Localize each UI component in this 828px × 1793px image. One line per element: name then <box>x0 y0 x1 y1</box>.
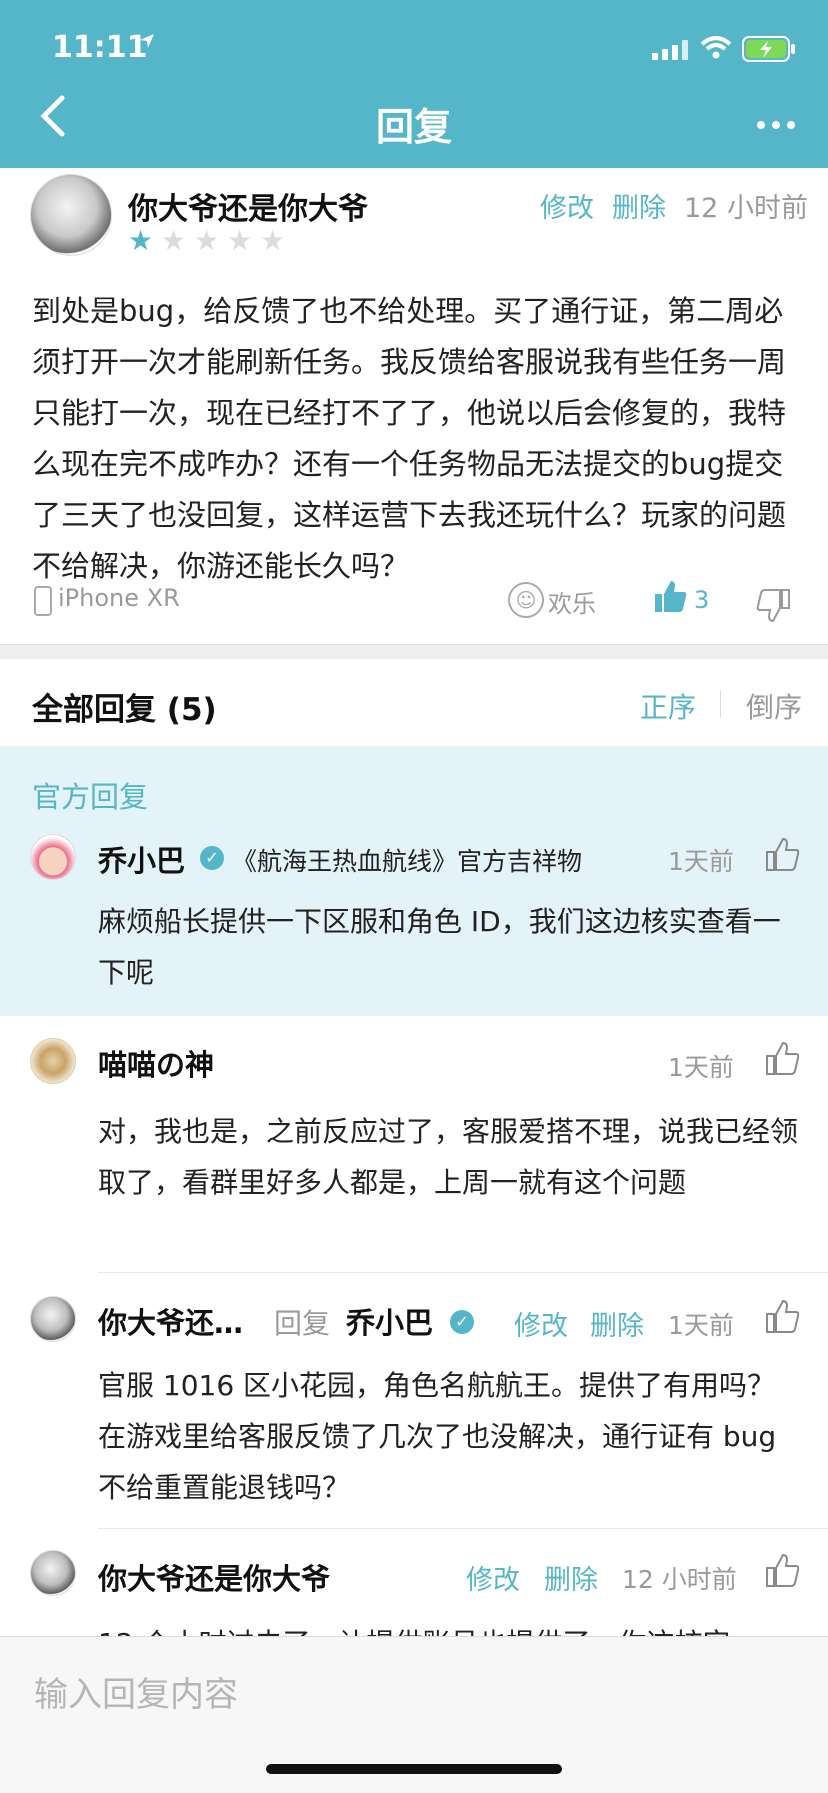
thumbs-down-icon[interactable] <box>756 580 792 624</box>
edit-button[interactable]: 修改 <box>514 1304 568 1343</box>
reply-username[interactable]: 你大爷还… <box>98 1300 243 1342</box>
reply-input[interactable] <box>32 1667 796 1723</box>
wifi-icon <box>700 36 732 59</box>
post-body: 到处是bug，给反馈了也不给处理。买了通行证，第二周必须打开一次才能刷新任务。我… <box>32 294 787 583</box>
home-indicator[interactable] <box>266 1764 562 1774</box>
page-title: 回复 <box>375 105 452 149</box>
status-time: 11:11 <box>52 30 148 65</box>
location-arrow-icon <box>140 34 154 48</box>
thumbs-up-icon[interactable] <box>764 1552 800 1596</box>
edit-button[interactable]: 修改 <box>540 186 594 225</box>
reply-to-username[interactable]: 乔小巴 <box>346 1300 433 1342</box>
avatar[interactable] <box>30 174 112 256</box>
like-count: 3 <box>694 586 710 614</box>
thumbs-up-icon[interactable] <box>764 1040 800 1084</box>
official-reply-label: 官方回复 <box>32 780 149 814</box>
reply-to-label: 回复 <box>274 1307 331 1340</box>
thumbs-up-icon[interactable] <box>652 578 688 623</box>
reply-username[interactable]: 你大爷还是你大爷 <box>98 1556 330 1598</box>
delete-button[interactable]: 删除 <box>590 1304 644 1343</box>
phone-icon <box>34 586 52 616</box>
delete-button[interactable]: 删除 <box>544 1558 598 1597</box>
more-menu-button[interactable] <box>756 104 808 134</box>
verified-check-icon: ✓ <box>200 846 224 870</box>
avatar[interactable] <box>30 1296 76 1342</box>
reply-body: 麻烦船长提供一下区服和角色 ID，我们这边核实查看一下呢 <box>98 905 781 989</box>
avatar[interactable] <box>30 834 76 880</box>
star-filled-icon: ★ <box>128 224 154 257</box>
replies-title: 全部回复 (5) <box>32 692 217 728</box>
reply-time: 1天前 <box>668 847 734 876</box>
app-header: 11:11 回复 <box>0 0 828 168</box>
post-time: 12 小时前 <box>684 193 808 224</box>
more-dots-icon <box>757 121 795 129</box>
sort-descending-tab[interactable]: 倒序 <box>746 686 802 726</box>
thumbs-up-icon[interactable] <box>764 1298 800 1342</box>
verified-check-icon: ✓ <box>450 1310 474 1334</box>
avatar[interactable] <box>30 1038 76 1084</box>
signal-icon <box>652 40 688 60</box>
smiley-icon[interactable]: ☺ <box>508 582 544 618</box>
reply-username[interactable]: 乔小巴 <box>98 838 185 880</box>
divider <box>98 1528 828 1529</box>
battery-icon <box>742 36 795 62</box>
sort-ascending-tab[interactable]: 正序 <box>640 686 696 726</box>
device-label: iPhone XR <box>58 584 180 612</box>
reply-time: 1天前 <box>668 1053 734 1082</box>
star-empty-icon: ★ <box>194 224 220 257</box>
star-empty-icon: ★ <box>227 224 253 257</box>
reply-body: 官服 1016 区小花园，角色名航航王。提供了有用吗？在游戏里给客服反馈了几次了… <box>98 1369 777 1504</box>
thumbs-up-icon[interactable] <box>764 836 800 880</box>
delete-button[interactable]: 删除 <box>612 186 666 225</box>
official-tag: 《航海王热血航线》官方吉祥物 <box>232 847 583 876</box>
avatar[interactable] <box>30 1550 76 1596</box>
edit-button[interactable]: 修改 <box>466 1558 520 1597</box>
divider <box>98 1272 828 1273</box>
post-username[interactable]: 你大爷还是你大爷 <box>128 184 368 228</box>
reply-username[interactable]: 喵喵の神 <box>98 1042 214 1084</box>
mood-label[interactable]: 欢乐 <box>548 584 596 619</box>
reply-time: 1天前 <box>668 1311 734 1340</box>
star-empty-icon: ★ <box>161 224 187 257</box>
star-empty-icon: ★ <box>260 224 286 257</box>
section-divider <box>0 644 828 659</box>
reply-time: 12 小时前 <box>622 1565 737 1594</box>
sort-separator <box>720 690 721 718</box>
reply-body: 对，我也是，之前反应过了，客服爱搭不理，说我已经领取了，看群里好多人都是，上周一… <box>98 1115 799 1199</box>
